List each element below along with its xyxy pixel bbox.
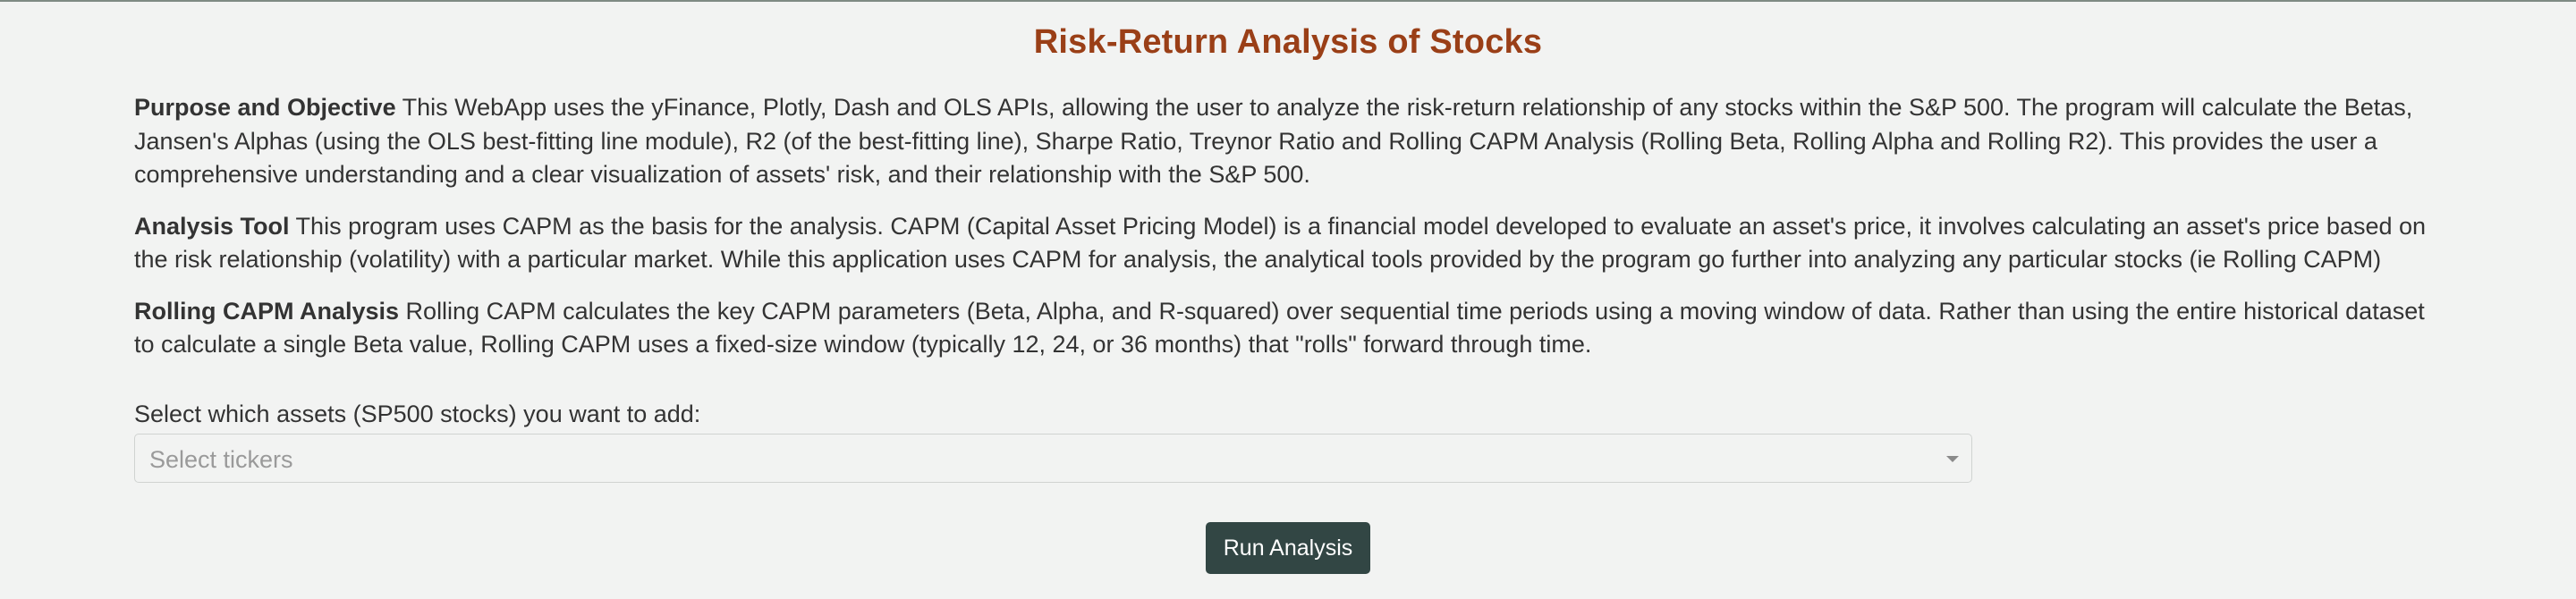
analysis-tool-heading: Analysis Tool	[134, 212, 290, 240]
chevron-down-icon[interactable]	[1946, 456, 1959, 462]
purpose-heading: Purpose and Objective	[134, 94, 396, 121]
analysis-tool-paragraph: Analysis Tool This program uses CAPM as …	[134, 210, 2442, 277]
page: Risk-Return Analysis of Stocks Purpose a…	[0, 0, 2576, 599]
rolling-capm-text: Rolling CAPM calculates the key CAPM par…	[134, 297, 2425, 359]
ticker-dropdown[interactable]: Select tickers	[134, 434, 1972, 483]
top-divider	[0, 0, 2576, 2]
purpose-text: This WebApp uses the yFinance, Plotly, D…	[134, 94, 2413, 188]
purpose-paragraph: Purpose and Objective This WebApp uses t…	[134, 91, 2442, 192]
ticker-dropdown-placeholder: Select tickers	[149, 446, 293, 473]
run-analysis-button[interactable]: Run Analysis	[1206, 522, 1370, 574]
rolling-capm-heading: Rolling CAPM Analysis	[134, 297, 400, 325]
page-title: Risk-Return Analysis of Stocks	[1033, 23, 1543, 61]
ticker-select-label: Select which assets (SP500 stocks) you w…	[134, 401, 701, 427]
analysis-tool-text: This program uses CAPM as the basis for …	[134, 212, 2427, 274]
rolling-capm-paragraph: Rolling CAPM Analysis Rolling CAPM calcu…	[134, 295, 2442, 362]
description-section: Purpose and Objective This WebApp uses t…	[134, 91, 2442, 380]
